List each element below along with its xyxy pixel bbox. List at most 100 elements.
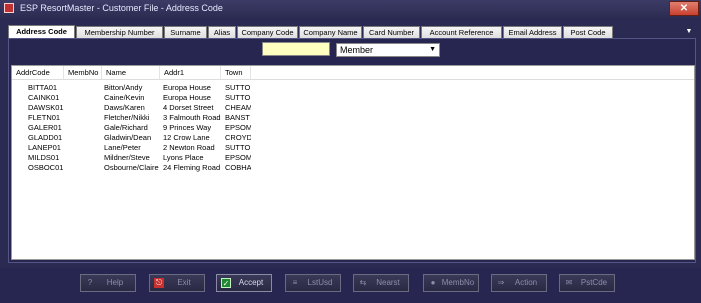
membno-button[interactable]: ● MembNo: [423, 274, 479, 292]
app-window: ESP ResortMaster - Customer File - Addre…: [0, 0, 701, 303]
table-row[interactable]: GALER01 Gale/Richard 9 Princes Way EPSOM: [12, 123, 694, 133]
table-cell: [68, 103, 104, 113]
table-cell: Gale/Richard: [104, 123, 148, 132]
button-label: Action: [514, 278, 538, 287]
tab-company-code[interactable]: Company Code: [237, 26, 298, 38]
table-cell: EPSOM: [225, 123, 251, 132]
table-cell: [68, 143, 104, 153]
table-cell: EPSOM: [225, 153, 251, 162]
check-icon: ✓: [221, 278, 231, 288]
table-cell: Europa House: [163, 83, 211, 92]
table-row[interactable]: LANEP01 Lane/Peter 2 Newton Road SUTTO: [12, 143, 694, 153]
table-cell: 24 Fleming Road: [163, 163, 221, 172]
lstusd-button[interactable]: ≡ LstUsd: [285, 274, 341, 292]
nearest-icon: ⇆: [359, 278, 367, 287]
list-header: AddrCode MembNo Name Addr1 Town: [12, 66, 694, 80]
postcode-icon: ✉: [565, 278, 573, 287]
help-icon: ?: [87, 278, 93, 287]
table-cell: [68, 113, 104, 123]
table-cell: Mildner/Steve: [104, 153, 150, 162]
table-cell: 4 Dorset Street: [163, 103, 214, 112]
action-button[interactable]: ⇒ Action: [491, 274, 547, 292]
column-header-town[interactable]: Town: [221, 66, 251, 79]
search-input[interactable]: [262, 42, 330, 56]
table-row[interactable]: CAINK01 Caine/Kevin Europa House SUTTO: [12, 93, 694, 103]
list-icon: ≡: [292, 278, 298, 287]
table-cell: LANEP01: [28, 143, 61, 152]
close-button[interactable]: ✕: [669, 1, 699, 16]
table-cell: BANST: [225, 113, 251, 122]
table-cell: [68, 153, 104, 163]
table-cell: [68, 93, 104, 103]
tab-account-reference[interactable]: Account Reference: [421, 26, 502, 38]
tab-alias[interactable]: Alias: [208, 26, 236, 38]
table-cell: 9 Princes Way: [163, 123, 212, 132]
button-label: Exit: [177, 278, 191, 287]
table-cell: BITTA01: [28, 83, 58, 92]
button-label: MembNo: [441, 278, 475, 287]
table-cell: Lyons Place: [163, 153, 204, 162]
button-label: Accept: [238, 278, 264, 287]
table-cell: CROYD: [225, 133, 251, 142]
table-cell: MILDS01: [28, 153, 60, 162]
table-cell: 2 Newton Road: [163, 143, 215, 152]
table-cell: SUTTO: [225, 93, 251, 102]
table-row[interactable]: FLETN01 Fletcher/Nikki 3 Falmouth Road BANS…: [12, 113, 694, 123]
table-cell: OSBOC01: [28, 163, 64, 172]
table-cell: Lane/Peter: [104, 143, 141, 152]
tab-address-code[interactable]: Address Code: [8, 25, 75, 38]
app-logo-icon: [4, 3, 14, 13]
column-header-name[interactable]: Name: [102, 66, 160, 79]
tab-scroll-down-icon[interactable]: ▼: [684, 27, 694, 37]
tab-company-name[interactable]: Company Name: [299, 26, 362, 38]
table-cell: SUTTO: [225, 143, 251, 152]
window-title: ESP ResortMaster - Customer File - Addre…: [20, 3, 223, 13]
table-row[interactable]: MILDS01 Mildner/Steve Lyons Place EPSOM: [12, 153, 694, 163]
table-cell: 3 Falmouth Road: [163, 113, 221, 122]
tab-membership-number[interactable]: Membership Number: [76, 26, 163, 38]
table-cell: COBHA: [225, 163, 251, 172]
table-cell: Bitton/Andy: [104, 83, 143, 92]
table-row[interactable]: DAWSK01 Daws/Karen 4 Dorset Street CHEAM: [12, 103, 694, 113]
table-cell: CAINK01: [28, 93, 60, 102]
button-label: PstCde: [580, 278, 608, 287]
member-filter-select[interactable]: Member ▼: [336, 43, 440, 57]
tab-bar: Address Code Membership Number Surname A…: [8, 25, 696, 38]
table-row[interactable]: BITTA01 Bitton/Andy Europa House SUTTO: [12, 83, 694, 93]
table-cell: SUTTO: [225, 83, 251, 92]
table-cell: [68, 123, 104, 133]
pstcde-button[interactable]: ✉ PstCde: [559, 274, 615, 292]
accept-button[interactable]: ✓ Accept: [216, 274, 272, 292]
customer-list[interactable]: AddrCode MembNo Name Addr1 Town BITTA01 B…: [11, 65, 695, 260]
nearst-button[interactable]: ⇆ Nearst: [353, 274, 409, 292]
table-cell: Caine/Kevin: [104, 93, 145, 102]
table-row[interactable]: OSBOC01 Osbourne/Claire 24 Fleming Road COB…: [12, 163, 694, 173]
column-header-membno[interactable]: MembNo: [64, 66, 102, 79]
tab-card-number[interactable]: Card Number: [363, 26, 420, 38]
table-cell: GALER01: [28, 123, 62, 132]
table-cell: Osbourne/Claire: [104, 163, 159, 172]
help-button[interactable]: ? Help: [80, 274, 136, 292]
member-icon: ●: [430, 278, 436, 287]
table-row[interactable]: GLADD01 Gladwin/Dean 12 Crow Lane CROYD: [12, 133, 694, 143]
chevron-down-icon: ▼: [429, 46, 436, 53]
table-cell: GLADD01: [28, 133, 63, 142]
member-filter-value: Member: [340, 45, 374, 55]
table-cell: DAWSK01: [28, 103, 64, 112]
table-cell: CHEAM: [225, 103, 251, 112]
table-cell: Gladwin/Dean: [104, 133, 152, 142]
button-label: LstUsd: [307, 278, 333, 287]
table-cell: FLETN01: [28, 113, 61, 122]
column-header-addrcode[interactable]: AddrCode: [12, 66, 64, 79]
exit-button[interactable]: ⎋ Exit: [149, 274, 205, 292]
button-label: Help: [106, 278, 124, 287]
tab-email-address[interactable]: Email Address: [503, 26, 562, 38]
tab-post-code[interactable]: Post Code: [563, 26, 613, 38]
title-bar[interactable]: ESP ResortMaster - Customer File - Addre…: [0, 0, 701, 18]
action-icon: ⇒: [497, 278, 505, 287]
column-header-addr1[interactable]: Addr1: [160, 66, 221, 79]
button-label: Nearst: [376, 278, 400, 287]
tab-surname[interactable]: Surname: [164, 26, 207, 38]
table-cell: [68, 83, 104, 93]
table-cell: Europa House: [163, 93, 211, 102]
